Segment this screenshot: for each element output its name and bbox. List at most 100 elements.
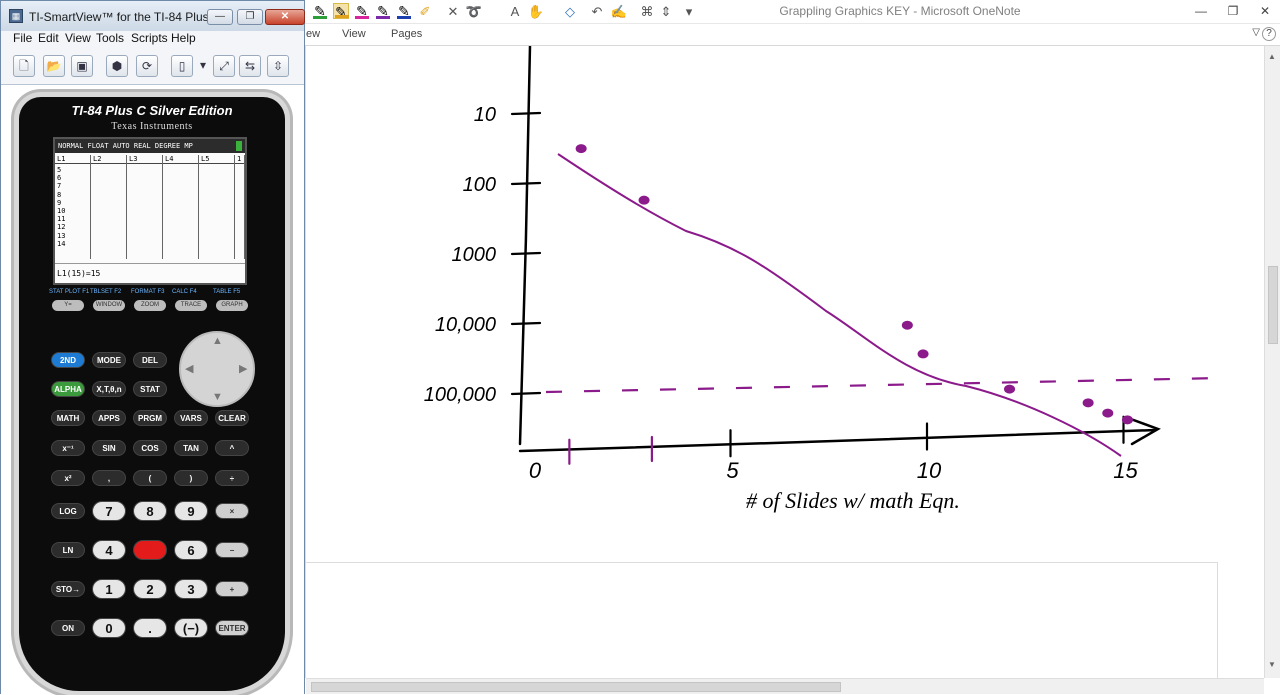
arrow-pad[interactable]: ▲ ▼ ◀ ▶ (179, 331, 255, 407)
key-row7-1[interactable]: 4 (92, 540, 126, 560)
chevron-down-icon[interactable]: ▽ (1252, 27, 1260, 38)
key-xtn[interactable]: X,T,θ,n (92, 381, 126, 397)
fkey-4[interactable]: TRACE (175, 300, 207, 311)
menu-view[interactable]: View (65, 31, 91, 45)
key-row7-0[interactable]: LN (51, 542, 85, 558)
key-row3-2[interactable]: PRGM (133, 410, 167, 426)
shapes-icon[interactable]: ◇ (561, 3, 579, 21)
pen-purple-icon[interactable]: ✎ (375, 3, 391, 19)
new-icon[interactable]: 🗋 (13, 55, 35, 77)
pen-pink-icon[interactable]: ✎ (354, 3, 370, 19)
pen-green-icon[interactable]: ✎ (312, 3, 328, 19)
key-row6-0[interactable]: LOG (51, 503, 85, 519)
send-to-icon[interactable]: ⤢ (213, 55, 235, 77)
pen-orange-icon[interactable]: ✎ (333, 3, 349, 20)
key-row9-4[interactable]: ENTER (215, 620, 249, 636)
key-row6-1[interactable]: 7 (92, 501, 126, 521)
ink-to-text-icon[interactable]: A (506, 3, 524, 21)
menu-edit[interactable]: Edit (38, 31, 59, 45)
key-stat[interactable]: STAT (133, 381, 167, 397)
key-row8-0[interactable]: STO→ (51, 581, 85, 597)
key-row4-0[interactable]: x⁻¹ (51, 440, 85, 456)
menu-tools[interactable]: Tools (96, 31, 124, 45)
menu-file[interactable]: File (13, 31, 32, 45)
key-row8-2[interactable]: 2 (133, 579, 167, 599)
tisv-close-button[interactable]: ✕ (265, 9, 305, 25)
minimize-button[interactable]: — (1186, 2, 1216, 20)
close-button[interactable]: ✕ (1250, 2, 1280, 20)
fkey-2[interactable]: WINDOW (93, 300, 125, 311)
emulator-icon[interactable]: ⬢ (106, 55, 128, 77)
scroll-down-icon[interactable]: ▼ (1268, 660, 1276, 669)
menu-scripts[interactable]: Scripts (131, 31, 168, 45)
fkey-3[interactable]: ZOOM (134, 300, 166, 311)
key-row9-3[interactable]: (−) (174, 618, 208, 638)
tab-pages[interactable]: Pages (391, 28, 422, 40)
fkey-5[interactable]: GRAPH (216, 300, 248, 311)
key-row3-4[interactable]: CLEAR (215, 410, 249, 426)
key-row9-2[interactable]: . (133, 618, 167, 638)
scroll-up-icon[interactable]: ▲ (1268, 52, 1276, 61)
key-row5-3[interactable]: ) (174, 470, 208, 486)
undo-icon[interactable]: ↶ (588, 3, 606, 21)
key-row5-4[interactable]: ÷ (215, 470, 249, 486)
pen-blue-icon[interactable]: ✎ (396, 3, 412, 19)
restart-icon[interactable]: ⟳ (136, 55, 158, 77)
ink-icon[interactable]: ✍ (610, 3, 628, 21)
key-row4-2[interactable]: COS (133, 440, 167, 456)
screenshot-icon[interactable]: ▣ (71, 55, 93, 77)
key-row6-4[interactable]: × (215, 503, 249, 519)
attach-icon[interactable]: ⌘ (638, 3, 656, 21)
key-row4-1[interactable]: SIN (92, 440, 126, 456)
key-row3-1[interactable]: APPS (92, 410, 126, 426)
vertical-scrollbar[interactable]: ▲ ▼ (1264, 46, 1280, 678)
eraser-icon[interactable]: ✕ (444, 3, 462, 21)
restore-button[interactable]: ❐ (1218, 2, 1248, 20)
key-row6-2[interactable]: 8 (133, 501, 167, 521)
key-row3-0[interactable]: MATH (51, 410, 85, 426)
layout-icon[interactable]: ⇳ (267, 55, 289, 77)
key-row8-4[interactable]: + (215, 581, 249, 597)
vertical-scroll-thumb[interactable] (1268, 266, 1278, 344)
key-row3-3[interactable]: VARS (174, 410, 208, 426)
key-row9-1[interactable]: 0 (92, 618, 126, 638)
key-mode[interactable]: MODE (92, 352, 126, 368)
space-icon[interactable]: ⇕ (657, 3, 675, 21)
key-row4-3[interactable]: TAN (174, 440, 208, 456)
arrow-up-icon[interactable]: ▲ (212, 335, 223, 347)
arrow-down-icon[interactable]: ▼ (212, 391, 223, 403)
key-row7-2[interactable]: 5 (133, 540, 167, 560)
key-row5-1[interactable]: , (92, 470, 126, 486)
key-row9-0[interactable]: ON (51, 620, 85, 636)
key-row6-3[interactable]: 9 (174, 501, 208, 521)
key-alpha[interactable]: ALPHA (51, 381, 85, 397)
tab-view[interactable]: View (342, 28, 366, 40)
horizontal-scrollbar[interactable] (306, 678, 1264, 694)
open-icon[interactable]: 📂 (43, 55, 65, 77)
pan-icon[interactable]: ✋ (527, 3, 545, 21)
key-history-icon[interactable]: ⇆ (239, 55, 261, 77)
key-row8-3[interactable]: 3 (174, 579, 208, 599)
key-row7-4[interactable]: − (215, 542, 249, 558)
tisv-restore-button[interactable]: ❐ (237, 9, 263, 25)
key-row7-3[interactable]: 6 (174, 540, 208, 560)
arrow-left-icon[interactable]: ◀ (185, 362, 193, 375)
lasso-icon[interactable]: ➰ (465, 3, 483, 21)
customize-icon[interactable]: ▾ (680, 3, 698, 21)
key-2nd[interactable]: 2ND (51, 352, 85, 368)
key-row5-2[interactable]: ( (133, 470, 167, 486)
chevron-down-icon[interactable]: ▾ (197, 55, 209, 77)
key-del[interactable]: DEL (133, 352, 167, 368)
arrow-right-icon[interactable]: ▶ (239, 362, 247, 375)
key-row4-4[interactable]: ^ (215, 440, 249, 456)
tab-review[interactable]: ew (306, 28, 320, 40)
highlighter-icon[interactable]: ✐ (416, 3, 434, 21)
tisv-minimize-button[interactable]: — (207, 9, 233, 25)
help-icon[interactable]: ? (1262, 27, 1276, 41)
calculator-icon[interactable]: ▯ (171, 55, 193, 77)
key-row8-1[interactable]: 1 (92, 579, 126, 599)
fkey-1[interactable]: Y= (52, 300, 84, 311)
horizontal-scroll-thumb[interactable] (311, 682, 841, 692)
menu-help[interactable]: Help (171, 31, 196, 45)
key-row5-0[interactable]: x² (51, 470, 85, 486)
